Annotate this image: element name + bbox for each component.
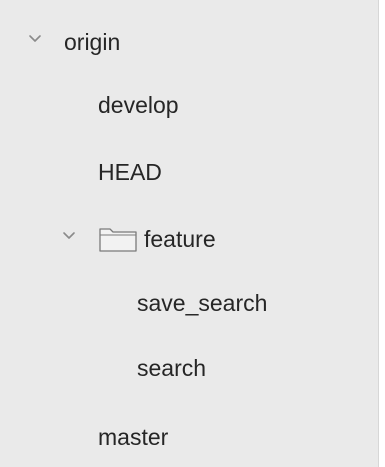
branch-row-develop[interactable]: develop bbox=[0, 79, 377, 131]
branch-row-search[interactable]: search bbox=[0, 342, 377, 394]
branch-row-save-search[interactable]: save_search bbox=[0, 277, 377, 329]
branch-label-search: search bbox=[137, 354, 207, 381]
folder-label-feature: feature bbox=[144, 225, 216, 252]
panel-right-edge bbox=[378, 0, 385, 467]
branch-row-head[interactable]: HEAD bbox=[0, 146, 377, 198]
chevron-down-icon[interactable] bbox=[28, 32, 42, 46]
folder-row-feature[interactable]: feature bbox=[0, 213, 377, 265]
remote-label-origin: origin bbox=[64, 28, 121, 55]
tree-row-origin[interactable]: origin bbox=[0, 16, 377, 68]
branch-label-develop: develop bbox=[98, 91, 179, 118]
branch-label-master: master bbox=[98, 423, 169, 450]
branch-label-save-search: save_search bbox=[137, 289, 268, 316]
branch-row-master[interactable]: master bbox=[0, 411, 377, 463]
folder-icon bbox=[98, 225, 138, 253]
chevron-down-icon[interactable] bbox=[62, 229, 76, 243]
branch-label-head: HEAD bbox=[98, 158, 162, 185]
branch-tree-panel: origin develop HEAD feature save_search … bbox=[0, 0, 385, 467]
